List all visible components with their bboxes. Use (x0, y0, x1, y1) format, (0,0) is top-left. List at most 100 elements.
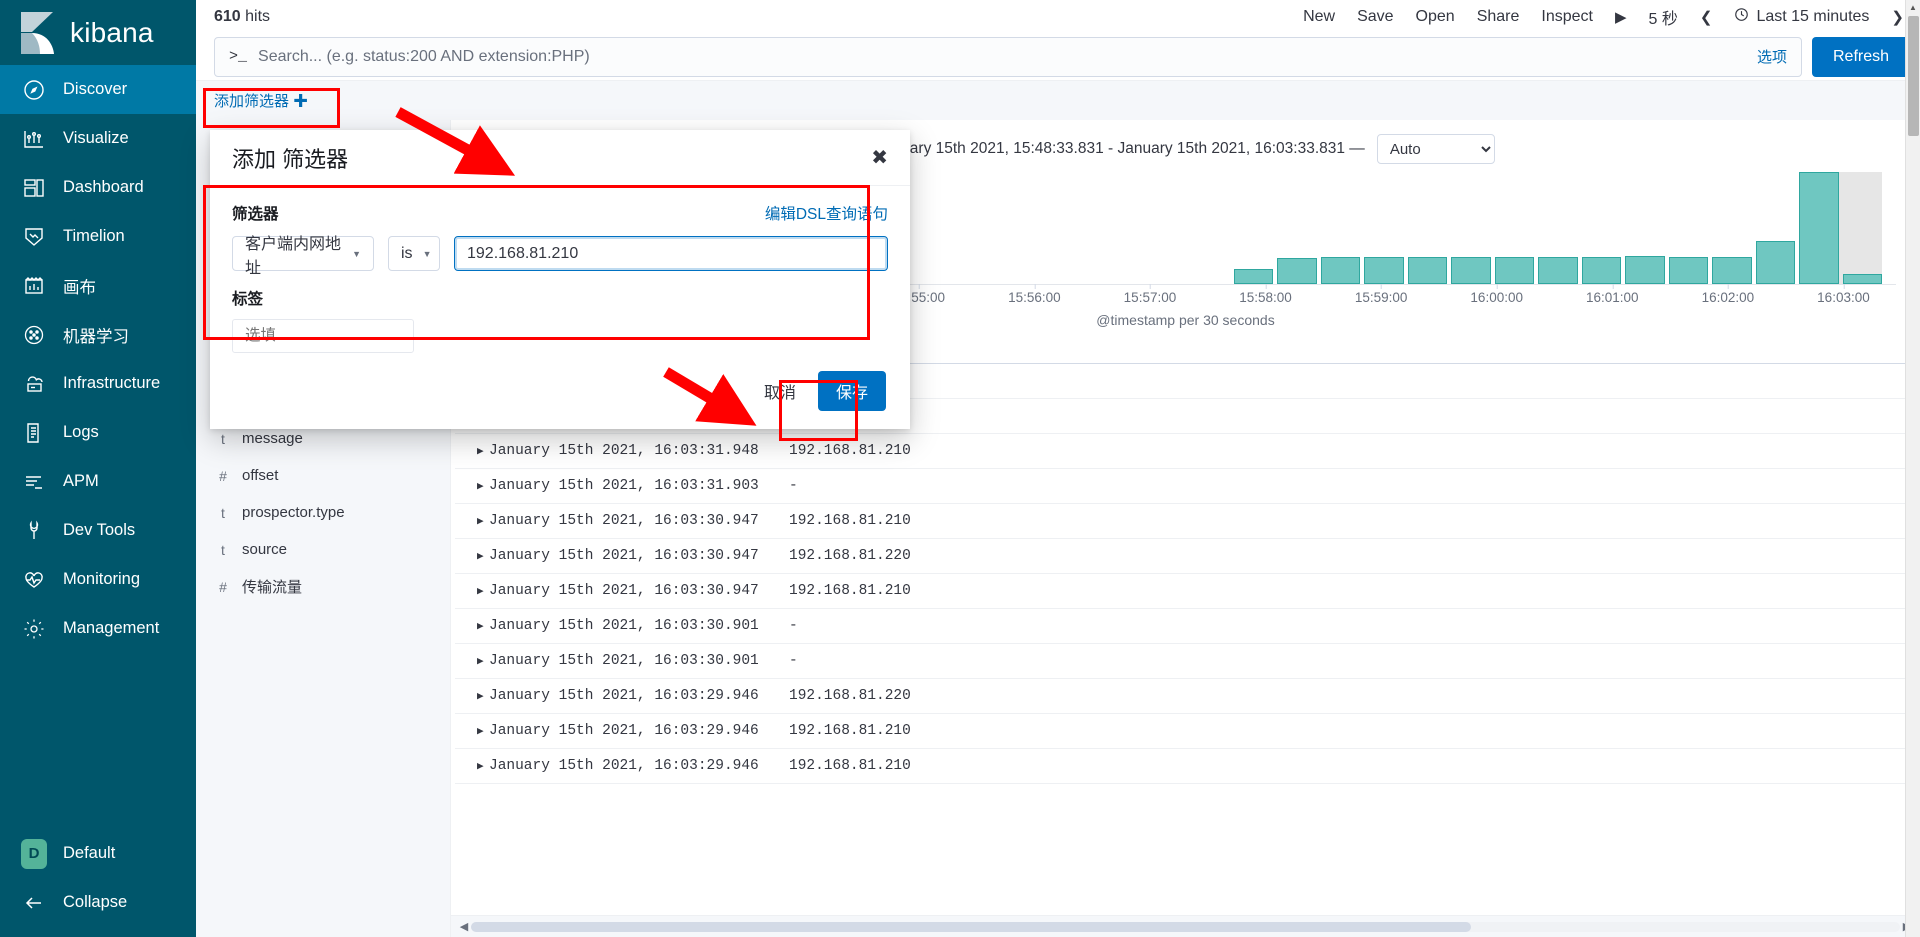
query-options-link[interactable]: 选项 (1757, 46, 1787, 67)
table-row[interactable]: ▶ January 15th 2021, 16:03:30.947 192.168.… (455, 573, 1920, 609)
edit-dsl-query-link[interactable]: 编辑DSL查询语句 (765, 202, 888, 224)
sidebar-item-dashboard[interactable]: Dashboard (0, 163, 196, 212)
expand-row-button[interactable]: ▶ (455, 573, 489, 609)
expand-row-button[interactable]: ▶ (455, 748, 489, 784)
expand-row-button[interactable]: ▶ (455, 433, 489, 469)
table-row[interactable]: ▶ January 15th 2021, 16:03:30.947 192.168.… (455, 538, 1920, 574)
caret-right-icon[interactable]: ▶ (477, 586, 484, 598)
sidebar-item-dev-tools[interactable]: Dev Tools (0, 506, 196, 555)
sidebar-item-canvas[interactable]: 画布 (0, 261, 196, 310)
table-row[interactable]: ▶ January 15th 2021, 16:03:31.948192.168.… (455, 433, 1920, 469)
caret-right-icon[interactable]: ▶ (477, 446, 484, 458)
histogram-bar[interactable] (1494, 257, 1535, 284)
sidebar-item-machine-learning[interactable]: 机器学习 (0, 310, 196, 359)
expand-row-button[interactable]: ▶ (455, 468, 489, 504)
topbar-new-button[interactable]: New (1303, 8, 1335, 26)
sidebar-item-label: Infrastructure (63, 374, 161, 392)
histogram-bar[interactable] (1712, 257, 1752, 284)
expand-row-button[interactable]: ▶ (455, 643, 489, 679)
histogram-bar[interactable] (1233, 269, 1274, 284)
histogram-bar[interactable] (1451, 257, 1491, 284)
sidebar-item-discover[interactable]: Discover (0, 65, 196, 114)
kibana-logo-home-link[interactable]: kibana (0, 0, 196, 65)
field-item-traffic[interactable]: # 传输流量 (196, 568, 450, 605)
expand-row-button[interactable]: ▶ (455, 678, 489, 714)
histogram-bar[interactable] (1320, 257, 1361, 284)
close-icon[interactable]: ✖ (871, 148, 888, 168)
refresh-button[interactable]: Refresh (1812, 36, 1910, 77)
sidebar-item-label: Visualize (63, 129, 129, 147)
caret-right-icon[interactable]: ▶ (477, 761, 484, 773)
histogram-bar[interactable] (1842, 274, 1882, 284)
sidebar-item-timelion[interactable]: Timelion (0, 212, 196, 261)
save-button[interactable]: 保存 (817, 371, 886, 411)
sidebar-item-monitoring[interactable]: Monitoring (0, 555, 196, 604)
histogram-bar[interactable] (1668, 257, 1709, 284)
caret-right-icon[interactable]: ▶ (477, 691, 484, 703)
histogram-bar[interactable] (1799, 172, 1839, 284)
expand-row-button[interactable]: ▶ (455, 503, 489, 539)
expand-row-button[interactable]: ▶ (455, 608, 489, 644)
expand-row-button[interactable]: ▶ (455, 713, 489, 749)
cancel-button[interactable]: 取消 (754, 373, 806, 409)
table-row[interactable]: ▶ January 15th 2021, 16:03:29.946 192.168.… (455, 713, 1920, 749)
sidebar-item-infrastructure[interactable]: Infrastructure (0, 359, 196, 408)
sidebar-item-space-default[interactable]: D Default (0, 829, 196, 878)
page-scrollbar-thumb[interactable] (1908, 16, 1919, 136)
histogram-bar[interactable] (1538, 257, 1578, 284)
histogram-bar[interactable] (1625, 256, 1665, 284)
field-item-prospector-type[interactable]: t prospector.type (196, 494, 450, 531)
caret-right-icon[interactable]: ▶ (477, 551, 484, 563)
caret-right-icon[interactable]: ▶ (477, 621, 484, 633)
hscroll-track[interactable] (471, 921, 1900, 932)
caret-right-icon[interactable]: ▶ (477, 726, 484, 738)
caret-right-icon[interactable]: ▶ (477, 516, 484, 528)
topbar-open-button[interactable]: Open (1416, 8, 1455, 26)
filter-field-select[interactable]: 客户端内网地址 ▼ (232, 236, 374, 277)
histogram-bar[interactable] (1581, 257, 1622, 284)
caret-right-icon[interactable]: ▶ (477, 481, 484, 493)
expand-row-button[interactable]: ▶ (455, 538, 489, 574)
play-icon[interactable]: ▶ (1615, 8, 1627, 26)
filter-value-input[interactable] (454, 236, 888, 271)
scroll-up-icon[interactable]: ▲ (1906, 0, 1920, 15)
sidebar-collapse-button[interactable]: Collapse (0, 878, 196, 927)
chevron-right-icon[interactable]: ❯ (1891, 8, 1904, 26)
search-input[interactable]: >_ Search... (e.g. status:200 AND extens… (214, 36, 1802, 77)
add-filter-button[interactable]: 添加筛选器 ✚ (214, 90, 308, 111)
table-row[interactable]: ▶ January 15th 2021, 16:03:30.947 192.168.… (455, 503, 1920, 539)
sidebar-item-logs[interactable]: Logs (0, 408, 196, 457)
chevron-left-icon[interactable]: ❮ (1700, 8, 1713, 26)
sidebar-item-apm[interactable]: APM (0, 457, 196, 506)
table-row[interactable]: ▶ January 15th 2021, 16:03:30.901- (455, 643, 1920, 679)
caret-right-icon[interactable]: ▶ (477, 656, 484, 668)
topbar-inspect-button[interactable]: Inspect (1541, 8, 1593, 26)
cell-time: January 15th 2021, 16:03:30.947 (489, 573, 789, 609)
page-scrollbar[interactable]: ▲ (1905, 0, 1920, 937)
scroll-left-icon[interactable]: ◀ (457, 920, 471, 933)
table-row[interactable]: ▶ January 15th 2021, 16:03:29.946 192.168.… (455, 748, 1920, 784)
topbar-share-button[interactable]: Share (1477, 8, 1520, 26)
histogram-bar[interactable] (1407, 257, 1448, 284)
filter-tag-input[interactable] (232, 319, 414, 353)
hscroll-thumb[interactable] (471, 921, 1472, 932)
histogram-bar[interactable] (1277, 258, 1317, 284)
histogram-bar[interactable] (1755, 241, 1796, 284)
table-row[interactable]: ▶ January 15th 2021, 16:03:29.946 192.168.… (455, 678, 1920, 714)
sidebar-item-visualize[interactable]: Visualize (0, 114, 196, 163)
table-row[interactable]: ▶ January 15th 2021, 16:03:30.901- (455, 608, 1920, 644)
table-row[interactable]: ▶ January 15th 2021, 16:03:31.903- (455, 468, 1920, 504)
filter-operator-select[interactable]: is ▼ (388, 236, 440, 271)
field-item-offset[interactable]: # offset (196, 457, 450, 494)
refresh-interval-label[interactable]: 5 秒 (1649, 5, 1678, 29)
topbar-save-button[interactable]: Save (1357, 8, 1393, 26)
query-bar: >_ Search... (e.g. status:200 AND extens… (196, 33, 1920, 80)
histogram-interval-select[interactable]: Auto Millisecond Second Minute Hourly Da… (1376, 134, 1495, 164)
sidebar-item-management[interactable]: Management (0, 604, 196, 653)
sidebar-item-label: Monitoring (63, 570, 141, 588)
time-picker-button[interactable]: Last 15 minutes (1734, 7, 1869, 26)
field-item-source[interactable]: t source (196, 531, 450, 568)
documents-horizontal-scrollbar[interactable]: ◀ ▶ (451, 915, 1920, 937)
column-header-client-ip[interactable]: 客户端内网地址 (789, 328, 1920, 364)
histogram-bar[interactable] (1364, 257, 1404, 284)
